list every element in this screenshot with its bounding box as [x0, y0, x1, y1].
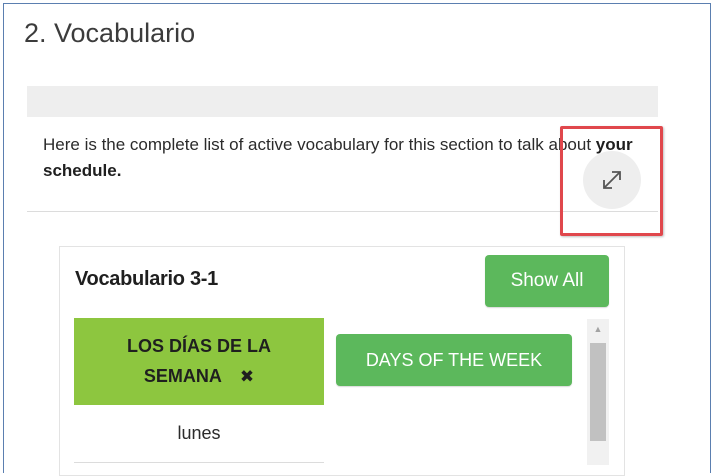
- section-divider: [27, 211, 658, 212]
- expand-arrows-icon: [603, 171, 621, 189]
- scrollbar[interactable]: ▲: [587, 319, 609, 465]
- days-of-week-button[interactable]: DAYS OF THE WEEK: [336, 334, 572, 386]
- intro-text: Here is the complete list of active voca…: [43, 135, 596, 154]
- expand-button[interactable]: [583, 151, 641, 209]
- category-cell[interactable]: LOS DÍAS DE LA SEMANA ✖: [74, 318, 324, 405]
- category-label-line2-wrap: SEMANA ✖: [144, 361, 254, 392]
- category-label-line2: SEMANA: [143, 366, 222, 386]
- gray-header-bar: [27, 86, 658, 117]
- category-label-line1: LOS DÍAS DE LA: [126, 336, 271, 356]
- section-title: 2. Vocabulario: [24, 18, 196, 48]
- vocabulary-title: Vocabulario 3-1: [75, 268, 218, 290]
- scrollbar-thumb[interactable]: [590, 343, 606, 441]
- intro-paragraph: Here is the complete list of active voca…: [43, 132, 643, 184]
- scroll-up-arrow-icon[interactable]: ▲: [587, 319, 609, 339]
- close-icon[interactable]: ✖: [240, 367, 254, 386]
- word-item[interactable]: lunes: [74, 405, 324, 463]
- show-all-button[interactable]: Show All: [485, 255, 609, 307]
